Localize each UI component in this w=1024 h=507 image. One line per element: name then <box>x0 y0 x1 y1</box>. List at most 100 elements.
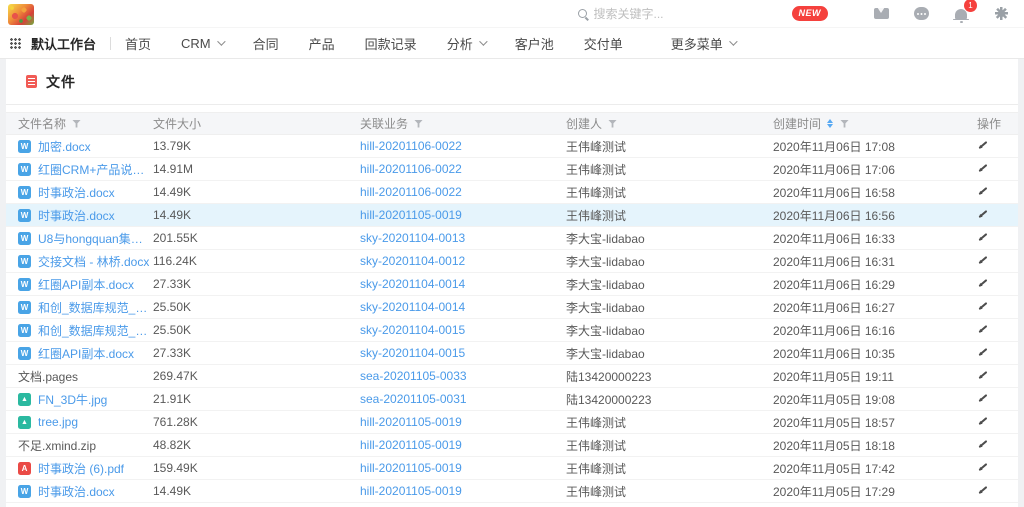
file-module-icon <box>26 75 37 88</box>
workspace-switcher[interactable]: 默认工作台 <box>31 34 96 53</box>
table-row[interactable]: W和创_数据库规范_20171124.doc25.50Ksky-20201104… <box>6 319 1018 342</box>
table-row[interactable]: A时事政治 (6).pdf159.49Khill-20201105-0019王伟… <box>6 457 1018 480</box>
related-business-link[interactable]: sky-20201104-0014 <box>360 277 465 291</box>
notification-bell-icon[interactable]: 1 <box>952 6 970 22</box>
table-row[interactable]: W加密.docx13.79Khill-20201106-0022王伟峰测试202… <box>6 135 1018 158</box>
file-name-link[interactable]: 时事政治.docx <box>38 207 115 224</box>
nav-item-5[interactable]: 分析 <box>447 34 485 53</box>
file-name-cell: W时事政治.docx <box>6 483 153 500</box>
message-icon[interactable] <box>912 6 930 22</box>
related-business-link[interactable]: hill-20201106-0022 <box>360 185 462 199</box>
file-name-link[interactable]: tree.jpg <box>38 415 78 429</box>
edit-pencil-icon[interactable] <box>977 368 990 381</box>
search-input[interactable] <box>594 7 704 21</box>
related-business-link[interactable]: hill-20201105-0019 <box>360 461 462 475</box>
related-business-link[interactable]: hill-20201106-0022 <box>360 139 462 153</box>
related-business-link[interactable]: sea-20201105-0033 <box>360 369 467 383</box>
table-row[interactable]: W和创_数据库规范_20171124.doc25.50Ksky-20201104… <box>6 296 1018 319</box>
table-row[interactable]: 不足.xmind.zip48.82Khill-20201105-0019王伟峰测… <box>6 434 1018 457</box>
file-name-cell: W时事政治.docx <box>6 184 153 201</box>
file-name-link[interactable]: 时事政治.docx <box>38 184 115 201</box>
table-row[interactable]: W红圈CRM+产品说明201901_前端...14.91Mhill-202011… <box>6 158 1018 181</box>
related-business-link[interactable]: sky-20201104-0012 <box>360 254 465 268</box>
related-business-link[interactable]: sky-20201104-0014 <box>360 300 465 314</box>
settings-gear-icon[interactable] <box>992 6 1010 22</box>
file-name-link[interactable]: 交接文档 - 林桥.docx <box>38 253 149 270</box>
filter-funnel-icon[interactable] <box>414 120 423 128</box>
edit-pencil-icon[interactable] <box>977 345 990 358</box>
file-size-cell: 14.49K <box>153 185 360 199</box>
file-name-link[interactable]: 和创_数据库规范_20171124.doc <box>38 299 153 316</box>
file-name-link[interactable]: U8与hongquan集成方案.docx <box>38 230 153 247</box>
app-launcher-grid-icon[interactable] <box>10 38 21 49</box>
related-business-link[interactable]: hill-20201105-0019 <box>360 484 462 498</box>
table-row[interactable]: W时事政治.docx14.49Khill-20201105-0019王伟峰测试2… <box>6 480 1018 503</box>
mail-icon[interactable] <box>872 6 890 22</box>
creator-cell: 王伟峰测试 <box>566 161 773 178</box>
edit-pencil-icon[interactable] <box>977 299 990 312</box>
file-name-link[interactable]: FN_3D牛.jpg <box>38 391 107 408</box>
edit-pencil-icon[interactable] <box>977 184 990 197</box>
files-card: 文件 文件名称文件大小关联业务创建人创建时间操作 W加密.docx13.79Kh… <box>6 59 1018 507</box>
related-business-link[interactable]: sky-20201104-0015 <box>360 346 465 360</box>
edit-pencil-icon[interactable] <box>977 253 990 266</box>
creator-cell: 李大宝-lidabao <box>566 345 773 362</box>
nav-item-3[interactable]: 产品 <box>309 34 335 53</box>
related-business-link[interactable]: sky-20201104-0013 <box>360 231 465 245</box>
nav-item-0[interactable]: 首页 <box>125 34 151 53</box>
nav-item-more-menu[interactable]: 更多菜单 <box>671 34 735 53</box>
edit-pencil-icon[interactable] <box>977 483 990 496</box>
filter-funnel-icon[interactable] <box>608 120 617 128</box>
edit-pencil-icon[interactable] <box>977 322 990 335</box>
nav-item-6[interactable]: 客户池 <box>515 34 554 53</box>
table-row[interactable]: WU8与hongquan集成方案.docx201.55Ksky-20201104… <box>6 227 1018 250</box>
sort-icon[interactable] <box>827 116 833 132</box>
edit-pencil-icon[interactable] <box>977 437 990 450</box>
new-badge[interactable]: NEW <box>792 6 829 21</box>
edit-pencil-icon[interactable] <box>977 276 990 289</box>
created-time-cell: 2020年11月06日 16:16 <box>773 322 969 339</box>
edit-pencil-icon[interactable] <box>977 391 990 404</box>
nav-item-2[interactable]: 合同 <box>253 34 279 53</box>
table-row[interactable]: W红圈API副本.docx27.33Ksky-20201104-0015李大宝-… <box>6 342 1018 365</box>
filter-funnel-icon[interactable] <box>840 120 849 128</box>
app-logo[interactable] <box>8 4 34 25</box>
table-row[interactable]: ▲FN_3D牛.jpg21.91Ksea-20201105-0031陆13420… <box>6 388 1018 411</box>
related-business-link[interactable]: sky-20201104-0015 <box>360 323 465 337</box>
nav-item-label: 交付单 <box>584 34 623 53</box>
related-business-link[interactable]: hill-20201105-0019 <box>360 208 462 222</box>
nav-item-7[interactable]: 交付单 <box>584 34 623 53</box>
edit-pencil-icon[interactable] <box>977 414 990 427</box>
edit-pencil-icon[interactable] <box>977 460 990 473</box>
table-row[interactable]: W时事政治.docx14.49Khill-20201106-0022王伟峰测试2… <box>6 181 1018 204</box>
file-name-link[interactable]: 时事政治 (6).pdf <box>38 460 124 477</box>
nav-item-1[interactable]: CRM <box>181 36 223 51</box>
table-row[interactable]: W时事政治.docx14.49Khill-20201105-0019王伟峰测试2… <box>6 204 1018 227</box>
file-name-link[interactable]: 红圈API副本.docx <box>38 276 134 293</box>
file-name-link[interactable]: 加密.docx <box>38 138 91 155</box>
chevron-down-icon <box>479 37 487 45</box>
global-search[interactable] <box>578 7 704 21</box>
table-row[interactable]: W交接文档 - 林桥.docx116.24Ksky-20201104-0012李… <box>6 250 1018 273</box>
table-row[interactable]: 文档.pages269.47Ksea-20201105-0033陆1342000… <box>6 365 1018 388</box>
edit-pencil-icon[interactable] <box>977 161 990 174</box>
action-cell <box>969 368 1014 384</box>
file-name-link[interactable]: 和创_数据库规范_20171124.doc <box>38 322 153 339</box>
file-name-link[interactable]: 红圈CRM+产品说明201901_前端... <box>38 161 153 178</box>
related-business-link[interactable]: hill-20201105-0019 <box>360 438 462 452</box>
nav-item-4[interactable]: 回款记录 <box>365 34 417 53</box>
edit-pencil-icon[interactable] <box>977 230 990 243</box>
file-name-link[interactable]: 红圈API副本.docx <box>38 345 134 362</box>
table-row[interactable]: ▲tree.jpg761.28Khill-20201105-0019王伟峰测试2… <box>6 411 1018 434</box>
related-business-link[interactable]: sea-20201105-0031 <box>360 392 467 406</box>
edit-pencil-icon[interactable] <box>977 138 990 151</box>
table-row[interactable]: W红圈API副本.docx27.33Ksky-20201104-0014李大宝-… <box>6 273 1018 296</box>
related-business-link[interactable]: hill-20201106-0022 <box>360 162 462 176</box>
edit-pencil-icon[interactable] <box>977 207 990 220</box>
creator-cell: 王伟峰测试 <box>566 207 773 224</box>
related-business-link[interactable]: hill-20201105-0019 <box>360 415 462 429</box>
content-area: 文件 文件名称文件大小关联业务创建人创建时间操作 W加密.docx13.79Kh… <box>0 59 1024 507</box>
file-size-cell: 25.50K <box>153 300 360 314</box>
file-name-link[interactable]: 时事政治.docx <box>38 483 115 500</box>
filter-funnel-icon[interactable] <box>72 120 81 128</box>
